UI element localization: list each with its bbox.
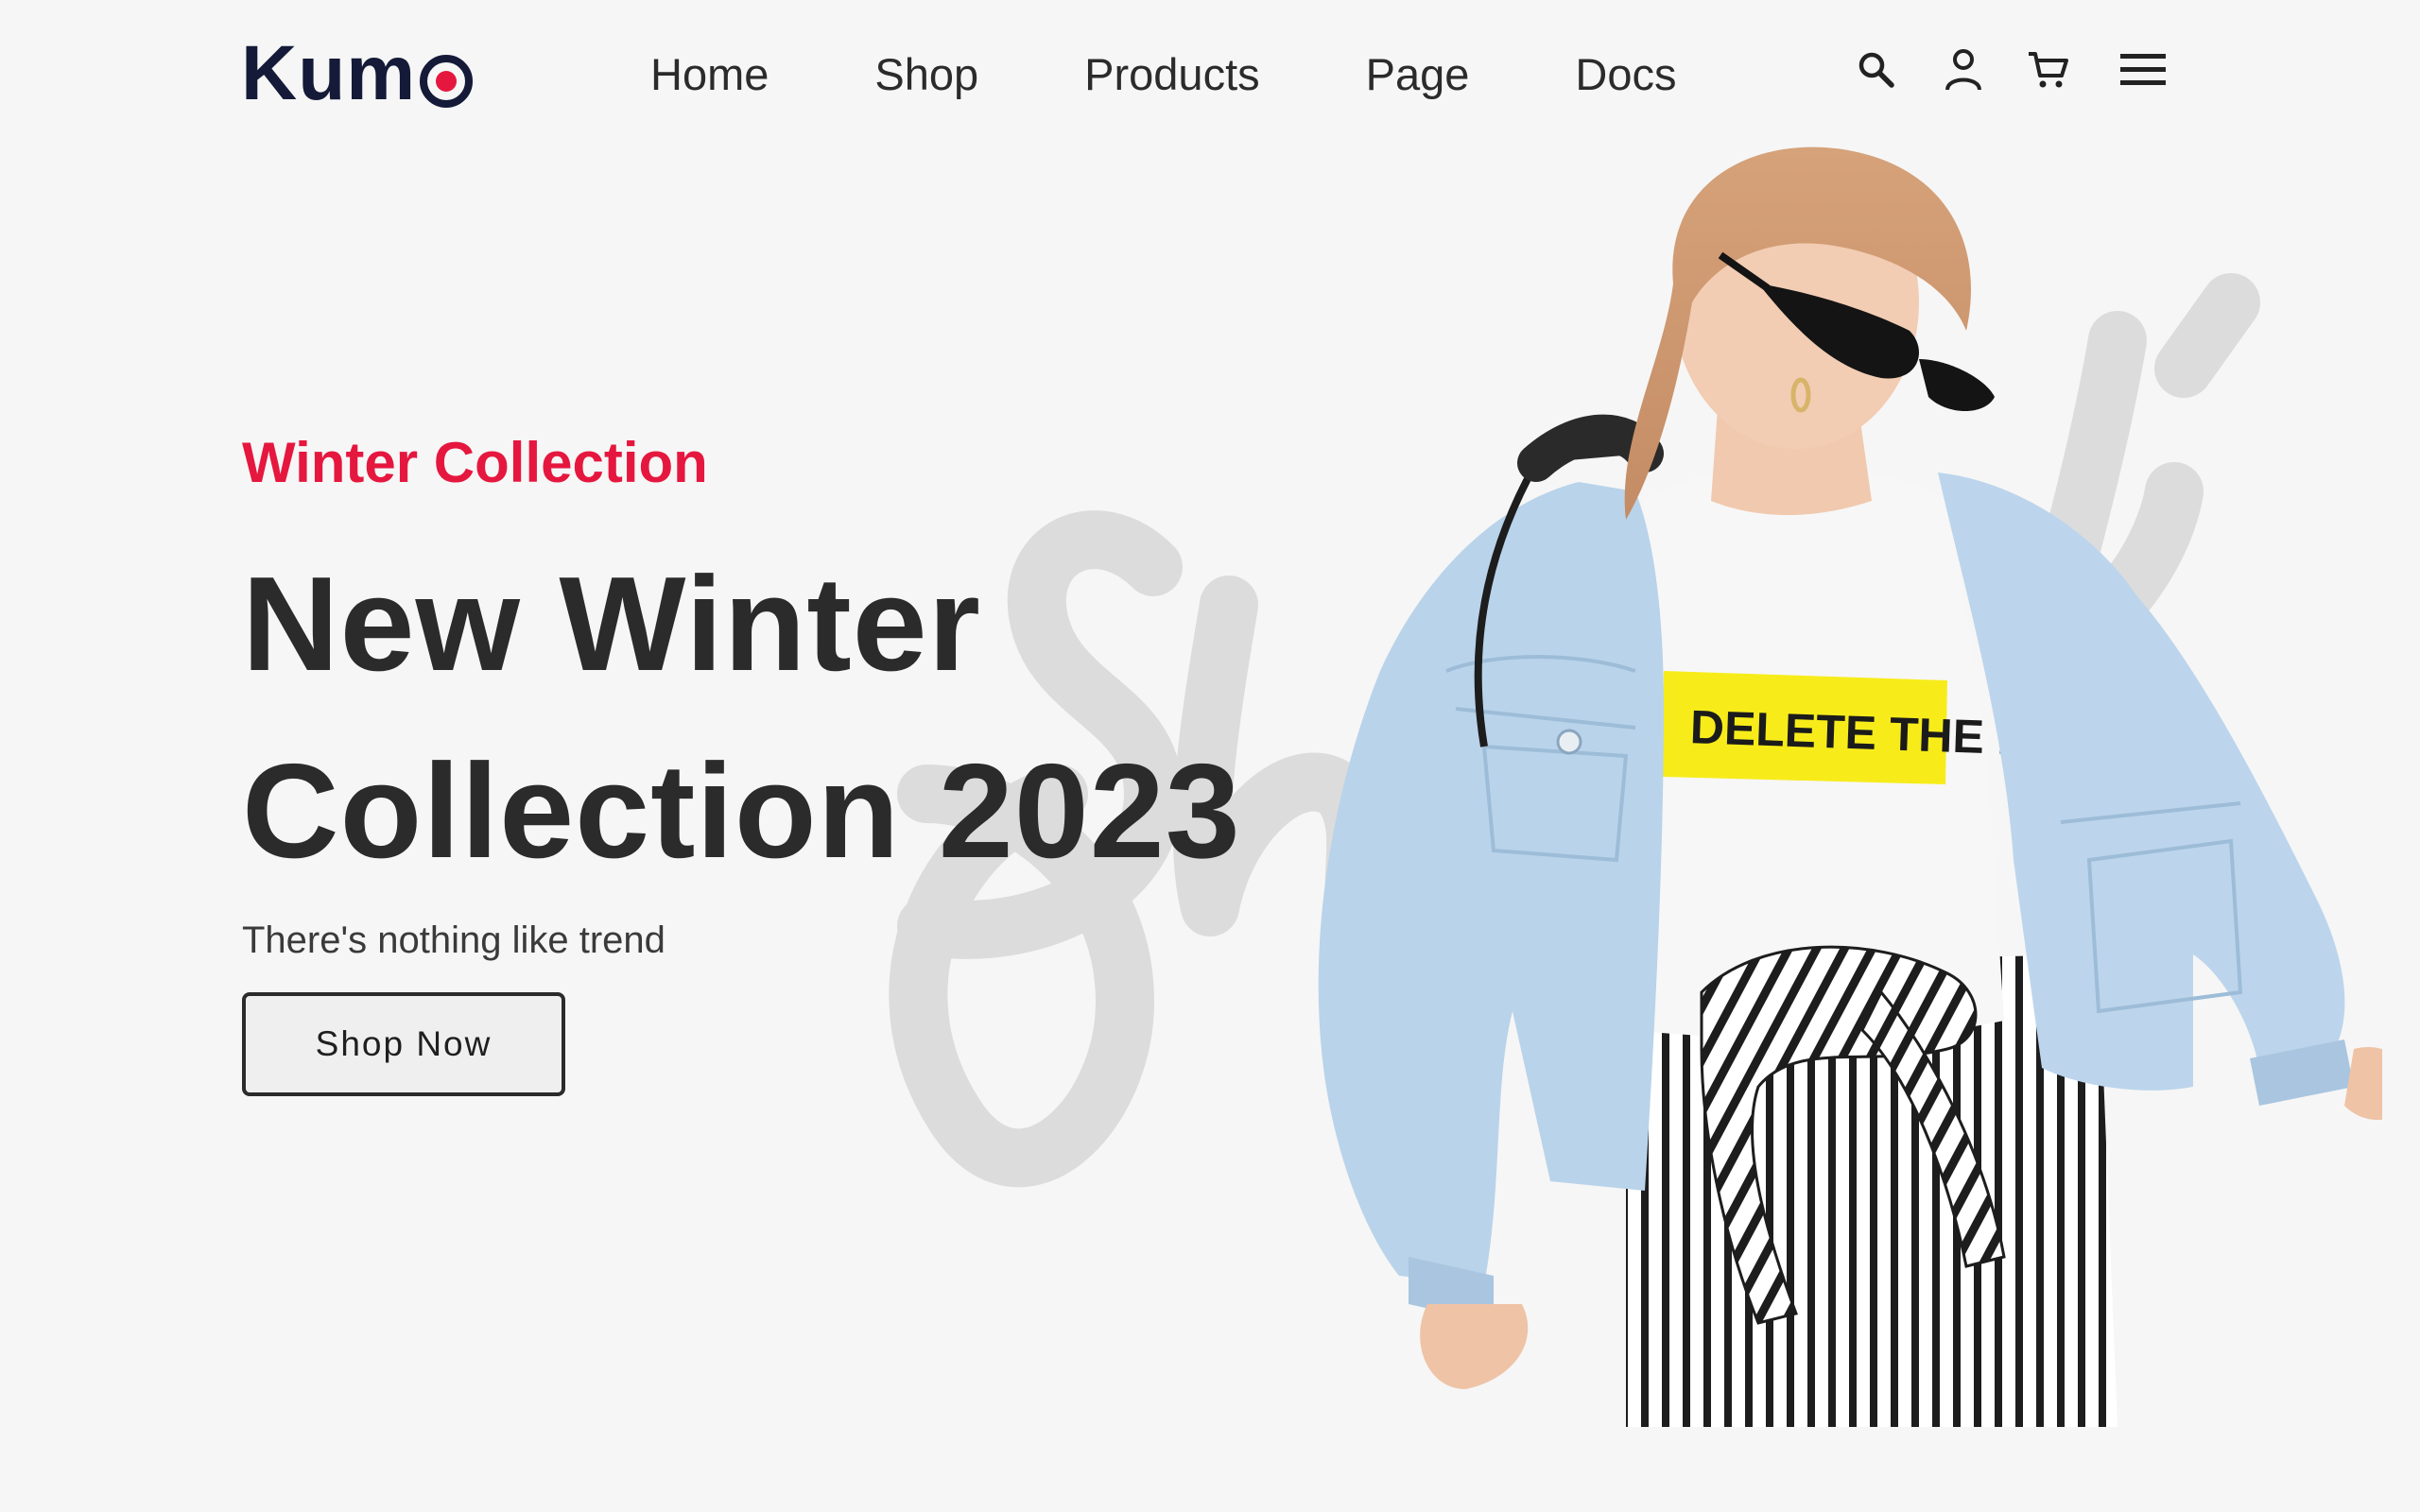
logo[interactable]: Kum [241,26,474,121]
nav-item-products[interactable]: Products [1084,42,1259,108]
shop-now-button[interactable]: Shop Now [242,992,565,1096]
nav-item-page[interactable]: Page [1366,42,1470,108]
nav-item-shop[interactable]: Shop [874,42,978,108]
hero-headline-line2: Collection 2023 [242,736,1241,886]
hero-model-image: DELETE THE DRAMA [1318,146,2382,1427]
site-header: Kum Home Shop Products Page Docs [0,0,2420,142]
nav-item-docs[interactable]: Docs [1575,42,1676,108]
page: Kum Home Shop Products Page Docs Winter … [0,0,2420,1512]
hero-headline-line1: New Winter [242,549,981,699]
hero-eyebrow: Winter Collection [242,431,708,494]
search-icon[interactable] [1853,42,1900,98]
header-icons [1853,42,2174,98]
cart-icon[interactable] [2025,42,2072,98]
hero-headline: New Winter Collection 2023 [242,531,1241,905]
hero: Winter Collection New Winter Collection … [242,416,1241,1096]
logo-text: Kum [241,30,417,116]
hero-subtitle: There's nothing like trend [242,919,666,961]
user-icon[interactable] [1940,42,1987,98]
main-nav: Home Shop Products Page Docs [650,42,1677,108]
nav-item-home[interactable]: Home [650,42,769,108]
logo-dot-icon [420,55,474,108]
menu-icon[interactable] [2119,42,2167,98]
